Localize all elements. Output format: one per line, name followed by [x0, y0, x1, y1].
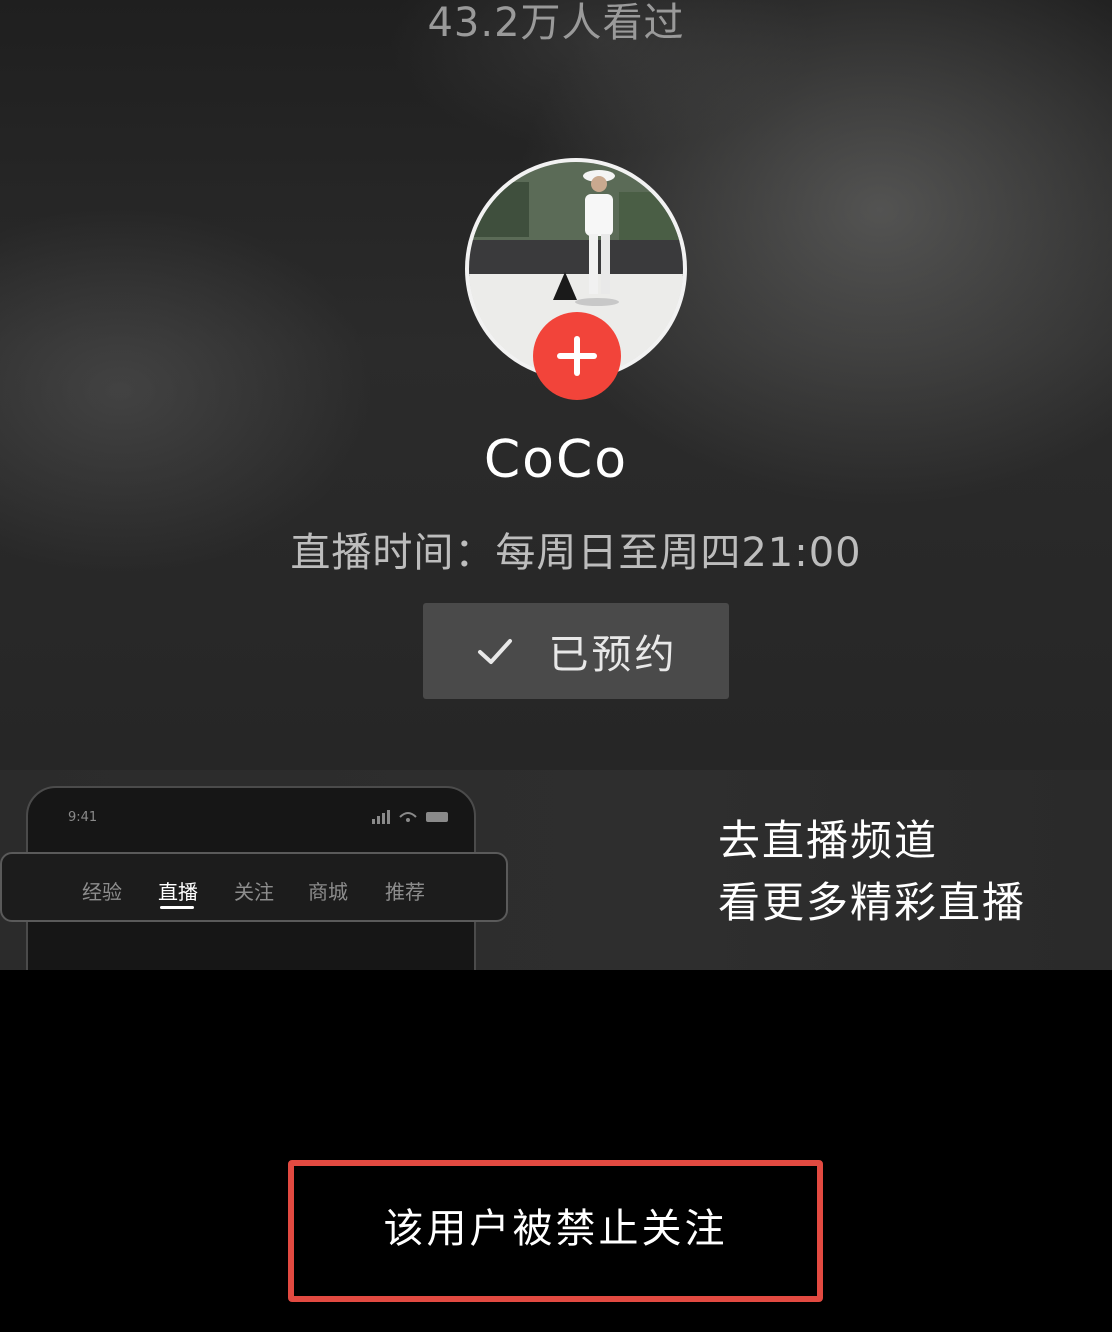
phone-status-time: 9:41: [68, 810, 98, 825]
check-icon: [477, 639, 512, 664]
tab-mall: 商城: [308, 880, 348, 904]
live-channel-promo-banner[interactable]: 9:41 经验 直播 关注 商城 推荐 去直播频道 看更多精彩直播: [0, 770, 1112, 970]
phone-tab-bar: 经验 直播 关注 商城 推荐: [0, 852, 508, 922]
tab-live: 直播: [158, 880, 198, 904]
tab-experience: 经验: [82, 880, 122, 904]
viewer-count: 43.2万人看过: [427, 0, 685, 46]
reserved-button[interactable]: 已预约: [423, 603, 729, 699]
promo-line-2: 看更多精彩直播: [718, 878, 1027, 927]
promo-text: 去直播频道 看更多精彩直播: [718, 810, 1026, 934]
active-tab-indicator: [160, 906, 194, 909]
follow-plus-button[interactable]: [533, 312, 621, 400]
status-bar-icons: [372, 810, 448, 824]
tab-recommend: 推荐: [385, 880, 425, 904]
reserved-label: 已预约: [548, 632, 678, 678]
follow-banned-notice: 该用户被禁止关注: [383, 1206, 728, 1252]
tab-following: 关注: [234, 880, 274, 904]
live-ended-screen: 43.2万人看过 CoCo 直播时间：每周日至周四21:00 已预约 9:41 …: [0, 0, 1112, 1332]
promo-line-1: 去直播频道: [718, 816, 939, 865]
streamer-name: CoCo: [483, 430, 629, 490]
live-schedule: 直播时间：每周日至周四21:00: [290, 530, 862, 576]
live-ended-panel: 43.2万人看过 CoCo 直播时间：每周日至周四21:00 已预约: [0, 0, 1112, 770]
